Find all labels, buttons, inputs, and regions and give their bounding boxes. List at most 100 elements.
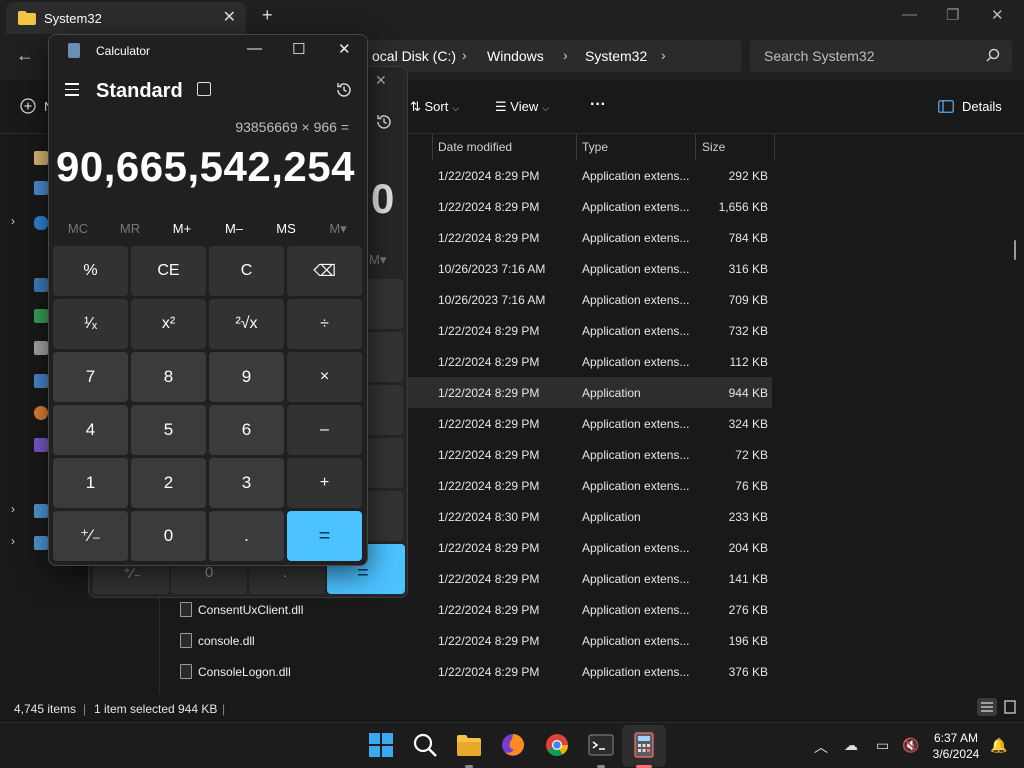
tab-close-icon[interactable]: ✕ — [223, 7, 236, 27]
breadcrumb-local-disk[interactable]: ocal Disk (C:) — [372, 48, 456, 64]
calculator-window[interactable]: Calculator — ☐ ✕ Standard 93856669 × 966… — [48, 34, 368, 566]
reciprocal-button[interactable]: ¹⁄ₓ — [53, 299, 128, 349]
close-icon[interactable]: ✕ — [375, 72, 387, 89]
breadcrumb-windows[interactable]: Windows — [487, 48, 544, 64]
decimal-button[interactable]: . — [209, 511, 284, 561]
network-icon[interactable] — [34, 536, 48, 550]
chevron-right-icon[interactable]: › — [661, 47, 666, 63]
square-button[interactable]: x² — [131, 299, 206, 349]
multiply-button[interactable]: × — [287, 352, 362, 402]
column-divider[interactable] — [695, 134, 696, 160]
search-icon[interactable] — [412, 732, 438, 758]
downloads-icon[interactable] — [34, 309, 48, 323]
digit-9-button[interactable]: 9 — [209, 352, 284, 402]
new-tab-icon[interactable]: + — [262, 5, 273, 26]
column-divider[interactable] — [576, 134, 577, 160]
start-windows-icon[interactable] — [368, 732, 394, 758]
clear-button[interactable]: C — [209, 246, 284, 296]
negate-button[interactable]: ⁺⁄₋ — [53, 511, 128, 561]
digit-4-button[interactable]: 4 — [53, 405, 128, 455]
keep-on-top-icon[interactable] — [197, 82, 211, 96]
calculator-title-bar[interactable]: Calculator — ☐ ✕ — [49, 35, 367, 67]
sort-button[interactable]: ⇅ Sort ⌵ — [410, 99, 459, 115]
tab-system32[interactable]: System32 ✕ — [6, 2, 246, 34]
chevron-up-icon[interactable]: ︿ — [814, 737, 828, 757]
column-divider[interactable] — [774, 134, 775, 160]
back-arrow-icon[interactable]: ← — [16, 45, 34, 66]
search-input[interactable]: Search System32 — [750, 40, 1012, 72]
column-size[interactable]: Size — [702, 140, 725, 154]
network-offline-icon[interactable]: ☁ — [844, 737, 858, 754]
file-explorer-icon[interactable] — [456, 732, 482, 758]
firefox-icon[interactable] — [500, 732, 526, 758]
memory-list-button[interactable]: M▾ — [313, 221, 363, 237]
restore-icon[interactable]: ❐ — [946, 6, 959, 24]
scrollbar-thumb[interactable] — [1014, 240, 1016, 260]
digit-8-button[interactable]: 8 — [131, 352, 206, 402]
backspace-button[interactable]: ⌫ — [287, 246, 362, 296]
clock[interactable]: 6:37 AM 3/6/2024 — [928, 730, 984, 762]
table-row[interactable]: console.dll 1/22/2024 8:29 PM Application … — [160, 625, 772, 656]
add-button[interactable]: + — [287, 458, 362, 508]
home-icon[interactable] — [34, 151, 48, 165]
maximize-icon[interactable]: ☐ — [292, 40, 305, 58]
notification-bell-icon[interactable]: 🔔 — [990, 737, 1007, 754]
history-icon[interactable] — [375, 113, 393, 131]
digit-7-button[interactable]: 7 — [53, 352, 128, 402]
memory-clear-button[interactable]: MC — [53, 221, 103, 236]
chevron-right-icon[interactable]: › — [462, 47, 467, 63]
table-row[interactable]: ConsentUxClient.dll 1/22/2024 8:29 PM Appl… — [160, 594, 772, 625]
divide-button[interactable]: ÷ — [287, 299, 362, 349]
digit-0-button[interactable]: 0 — [131, 511, 206, 561]
display-icon[interactable]: ▭ — [876, 737, 889, 754]
column-divider[interactable] — [432, 134, 433, 160]
this-pc-icon[interactable] — [34, 504, 48, 518]
equals-button[interactable]: = — [287, 511, 362, 561]
digit-2-button[interactable]: 2 — [131, 458, 206, 508]
volume-muted-icon[interactable]: 🔇 — [902, 737, 919, 754]
music-icon[interactable] — [34, 406, 48, 420]
more-options-button[interactable]: ··· — [590, 96, 606, 114]
percent-button[interactable]: % — [53, 246, 128, 296]
minimize-icon[interactable]: — — [247, 40, 262, 57]
digit-6-button[interactable]: 6 — [209, 405, 284, 455]
details-view-icon[interactable] — [977, 698, 997, 716]
chevron-right-icon[interactable]: › — [11, 214, 15, 228]
tiles-view-icon[interactable] — [1000, 698, 1020, 716]
square-root-button[interactable]: ²√x — [209, 299, 284, 349]
chevron-right-icon[interactable]: › — [563, 47, 568, 63]
terminal-icon[interactable] — [588, 732, 614, 758]
chrome-icon[interactable] — [544, 732, 570, 758]
subtract-button[interactable]: – — [287, 405, 362, 455]
digit-3-button[interactable]: 3 — [209, 458, 284, 508]
digit-5-button[interactable]: 5 — [131, 405, 206, 455]
memory-subtract-button[interactable]: M– — [209, 221, 259, 236]
memory-store-button[interactable]: MS — [261, 221, 311, 236]
breadcrumb-system32[interactable]: System32 — [585, 48, 647, 64]
view-button[interactable]: ☰ View ⌵ — [495, 99, 549, 115]
chevron-right-icon[interactable]: › — [11, 502, 15, 516]
documents-icon[interactable] — [34, 341, 48, 355]
clear-entry-button[interactable]: CE — [131, 246, 206, 296]
digit-1-button[interactable]: 1 — [53, 458, 128, 508]
hamburger-menu-icon[interactable] — [65, 83, 79, 100]
close-icon[interactable]: ✕ — [338, 40, 351, 58]
gallery-icon[interactable] — [34, 181, 48, 195]
pictures-icon[interactable] — [34, 374, 48, 388]
history-icon[interactable] — [335, 81, 353, 99]
onedrive-icon[interactable] — [34, 216, 48, 230]
details-pane-icon[interactable] — [938, 100, 954, 113]
memory-recall-button[interactable]: MR — [105, 221, 155, 236]
column-type[interactable]: Type — [582, 140, 608, 154]
new-icon[interactable] — [20, 98, 36, 114]
calculator-taskbar-button[interactable] — [622, 725, 666, 768]
close-icon[interactable]: ✕ — [991, 6, 1004, 24]
chevron-right-icon[interactable]: › — [11, 534, 15, 548]
breadcrumb[interactable]: ocal Disk (C:) › Windows › System32 › — [356, 40, 741, 72]
desktop-icon[interactable] — [34, 278, 48, 292]
column-date-modified[interactable]: Date modified — [438, 140, 512, 154]
details-button[interactable]: Details — [962, 99, 1002, 114]
videos-icon[interactable] — [34, 438, 48, 452]
memory-add-button[interactable]: M+ — [157, 221, 207, 236]
table-row[interactable]: ConsoleLogon.dll 1/22/2024 8:29 PM Applica… — [160, 656, 772, 687]
